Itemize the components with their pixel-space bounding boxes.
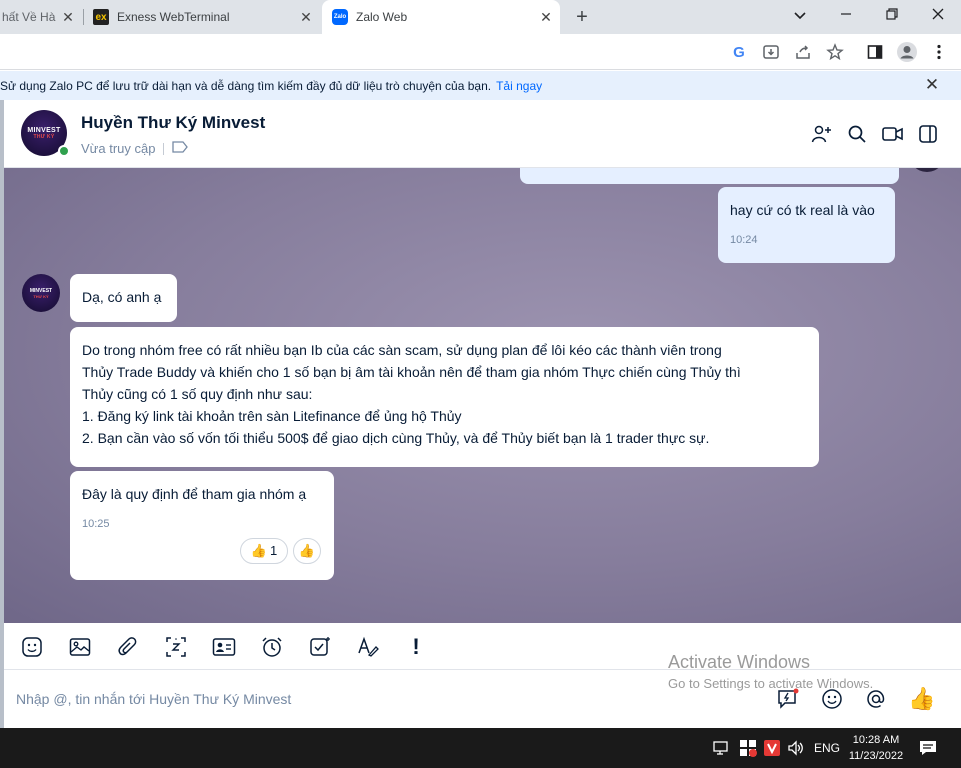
zalo-favicon-icon: Zalo <box>332 9 348 25</box>
react-button[interactable]: 👍 <box>293 538 321 564</box>
message-input[interactable] <box>16 684 736 714</box>
close-icon[interactable]: ✕ <box>538 9 554 25</box>
banner-text: Sử dụng Zalo PC để lưu trữ dài hạn và dễ… <box>0 78 492 93</box>
format-icon[interactable] <box>356 635 380 659</box>
browser-toolbar: G <box>0 34 961 70</box>
activation-watermark: Activate Windows Go to Settings to activ… <box>668 652 873 691</box>
message-bubble-incoming[interactable]: Dạ, có anh ạ <box>70 274 177 322</box>
urgent-icon[interactable]: ! <box>404 634 428 659</box>
google-icon[interactable]: G <box>728 41 750 63</box>
vivaldi-icon[interactable] <box>762 738 782 758</box>
image-icon[interactable] <box>68 635 92 659</box>
windows-taskbar: ENG 10:28 AM 11/23/2022 <box>0 728 961 768</box>
message-text: Đây là quy định để tham gia nhóm ạ <box>82 486 307 502</box>
network-icon[interactable] <box>712 738 732 758</box>
clock-time: 10:28 AM <box>852 734 900 746</box>
screenshot-icon[interactable] <box>164 635 188 659</box>
close-icon[interactable]: ✕ <box>923 76 941 94</box>
message-bubble-incoming[interactable]: Đây là quy định để tham gia nhóm ạ 10:25… <box>70 471 334 580</box>
message-line: 2. Bạn cần vào số vốn tối thiểu 500$ để … <box>82 430 710 446</box>
add-to-group-icon[interactable] <box>810 122 834 146</box>
contact-name[interactable]: Huyền Thư Ký Minvest <box>81 113 265 133</box>
message-line: 1. Đăng ký link tài khoản trên sàn Litef… <box>82 408 462 424</box>
contact-card-icon[interactable] <box>212 635 236 659</box>
message-bubble-incoming[interactable]: Do trong nhóm free có rất nhiều bạn Ib c… <box>70 327 819 467</box>
profile-icon[interactable] <box>896 41 918 63</box>
reminder-icon[interactable] <box>260 635 284 659</box>
search-icon[interactable] <box>845 122 869 146</box>
avatar[interactable]: MINVEST THƯ KÝ <box>22 274 60 312</box>
message-bubble-outgoing[interactable]: hay cứ có tk real là vào 10:24 <box>718 187 895 263</box>
minimize-button[interactable] <box>834 5 858 27</box>
chat-header: MINVEST THƯ KÝ Huyền Thư Ký Minvest Vừa … <box>4 100 961 168</box>
close-icon[interactable]: ✕ <box>60 9 76 25</box>
close-icon[interactable]: ✕ <box>298 9 314 25</box>
clock[interactable]: 10:28 AM 11/23/2022 <box>846 732 906 764</box>
message-line: Thủy Trade Buddy và khiến cho 1 số bạn b… <box>82 364 741 380</box>
thumbs-up-icon: 👍 <box>298 543 316 558</box>
volume-icon[interactable] <box>786 738 806 758</box>
reaction-count: 1 <box>269 543 278 558</box>
thumbs-up-icon[interactable]: 👍 <box>908 686 935 712</box>
exness-favicon-icon: ex <box>93 9 109 25</box>
conversation-info-icon[interactable] <box>916 122 940 146</box>
avatar-logo-sub: THƯ KÝ <box>33 133 55 140</box>
sidepanel-icon[interactable] <box>864 41 886 63</box>
avatar-logo-text: MINVEST <box>27 126 61 134</box>
browser-tab-strip: hất Về Hà ✕ ex Exness WebTerminal ✕ Zalo… <box>0 0 961 34</box>
message-line: Thủy cũng có 1 số quy định như sau: <box>82 386 313 402</box>
contact-status: Vừa truy cập <box>81 141 189 156</box>
message-list[interactable]: hay cứ có tk real là vào 10:24 MINVEST T… <box>4 168 961 623</box>
defender-icon[interactable] <box>738 738 758 758</box>
star-icon[interactable] <box>824 41 846 63</box>
message-bubble-partial[interactable] <box>520 168 899 184</box>
avatar-logo-sub: THƯ KÝ <box>33 293 49 299</box>
share-icon[interactable] <box>792 41 814 63</box>
close-window-button[interactable] <box>926 5 950 27</box>
tag-icon[interactable] <box>172 141 189 156</box>
last-seen-text: Vừa truy cập <box>81 141 156 156</box>
avatar <box>908 168 946 172</box>
thumbs-up-icon: 👍 <box>250 543 267 558</box>
attachment-icon[interactable] <box>116 635 140 659</box>
message-time: 10:25 <box>82 518 110 530</box>
tab-title: Exness WebTerminal <box>117 10 230 24</box>
watermark-title: Activate Windows <box>668 652 811 672</box>
menu-icon[interactable] <box>928 41 950 63</box>
video-call-icon[interactable] <box>881 122 905 146</box>
message-line: Do trong nhóm free có rất nhiều bạn Ib c… <box>82 342 722 358</box>
message-text: Dạ, có anh ạ <box>82 289 162 305</box>
restore-button[interactable] <box>880 5 904 27</box>
new-tab-button[interactable]: + <box>571 6 593 28</box>
todo-icon[interactable] <box>308 635 332 659</box>
message-time: 10:24 <box>730 234 758 246</box>
clock-date: 11/23/2022 <box>848 750 904 762</box>
divider <box>163 142 165 155</box>
online-status-dot <box>58 145 70 157</box>
tab-title: Zalo Web <box>356 10 408 24</box>
download-link[interactable]: Tải ngay <box>496 79 542 93</box>
reaction-summary[interactable]: 👍 1 <box>240 538 288 564</box>
sticker-icon[interactable] <box>20 635 44 659</box>
tab-exness[interactable]: ex Exness WebTerminal ✕ <box>84 0 320 34</box>
language-indicator[interactable]: ENG <box>814 741 840 755</box>
download-icon[interactable] <box>760 41 782 63</box>
message-text: hay cứ có tk real là vào <box>730 202 875 218</box>
promo-banner: Sử dụng Zalo PC để lưu trữ dài hạn và dễ… <box>0 71 961 100</box>
tab-1[interactable]: hất Về Hà ✕ <box>0 0 82 34</box>
tab-zalo[interactable]: Zalo Zalo Web ✕ <box>322 0 560 34</box>
tab-title: hất Về Hà <box>2 10 56 24</box>
tab-search-icon[interactable] <box>788 5 812 27</box>
notifications-icon[interactable] <box>918 738 938 758</box>
watermark-subtitle: Go to Settings to activate Windows. <box>668 676 874 691</box>
